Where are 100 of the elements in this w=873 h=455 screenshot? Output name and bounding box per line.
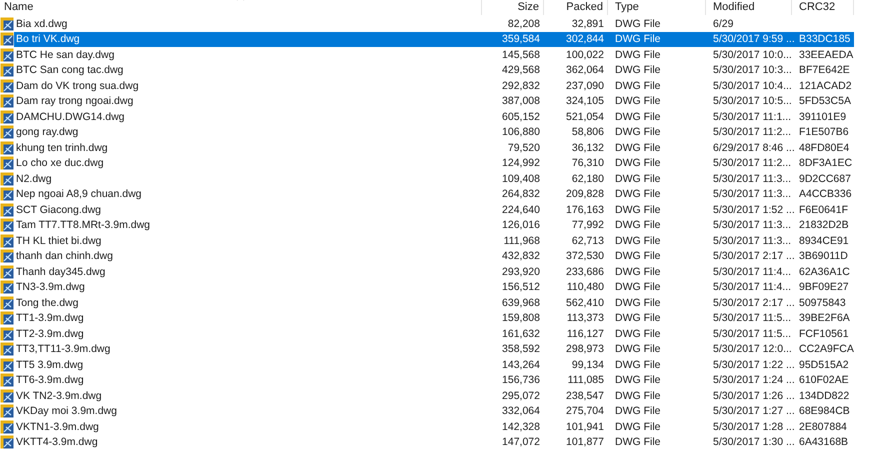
table-cell: 6/29/2017 8:46 ... [713,142,795,154]
table-cell: DWG File [615,204,660,216]
file-row[interactable]: BTC San cong tac.dwg 429,568 362,064 DWG File 5/30/2017 10:3... BF7E642E [14,62,854,78]
table-cell: 161,632 [502,328,540,340]
file-row[interactable]: Lo cho xe duc.dwg 124,992 76,310 DWG File 5/30/2017 11:2... 8DF3A1EC [14,156,854,171]
table-cell: DWG File [615,405,660,418]
file-row[interactable]: TT6-3.9m.dwg 156,736 111,085 DWG File 5/30/2017 1:24 ... 610F02AE [14,372,854,388]
table-cell: 143,264 [502,358,540,371]
table-cell: 36,132 [572,142,604,154]
file-name: N2.dwg [16,172,52,185]
column-header[interactable]: Size [482,0,544,15]
table-cell: DWG File [615,64,660,76]
file-row[interactable]: VKTN1-3.9m.dwg 142,328 101,941 DWG File 5/30/2017 1:28 ... 2E807884 [14,419,854,434]
drawing-file-icon [0,110,14,124]
file-row[interactable]: thanh dan chinh.dwg 432,832 372,530 DWG File 5/30/2017 2:17 ... 3B69011D [14,248,854,264]
file-row[interactable]: TT1-3.9m.dwg 159,808 113,373 DWG File 5/30/2017 11:5... 39BE2F6A [14,310,854,326]
table-cell: 109,408 [502,172,540,185]
table-cell: 295,072 [502,390,540,402]
file-row[interactable]: SCT Giacong.dwg 224,640 176,163 DWG File 5/30/2017 1:52 ... F6E0641F [14,202,854,218]
column-header[interactable]: Modified [706,0,792,15]
table-cell: 62,180 [572,172,604,185]
column-header[interactable]: CRC32 [792,0,854,15]
drawing-file-icon [0,234,14,248]
file-row[interactable]: Dam ray trong ngoai.dwg 387,008 324,105 DWG File 5/30/2017 10:5... 5FD53C5A [14,94,854,109]
table-cell: DWG File [615,219,660,232]
table-cell: 156,512 [502,281,540,294]
table-cell: 21832D2B [799,219,849,232]
file-row[interactable]: VK TN2-3.9m.dwg 295,072 238,547 DWG File 5/30/2017 1:26 ... 134DD822 [14,388,854,404]
table-cell: 101,877 [566,436,604,448]
table-cell: DWG File [615,436,660,448]
table-cell: 5/30/2017 11:5... [713,328,792,340]
table-cell: 62,713 [572,234,604,247]
table-cell: 106,880 [502,126,540,138]
file-row[interactable]: Tam TT7.TT8.MRt-3.9m.dwg 126,016 77,992 DWG File 5/30/2017 11:3... 21832D2B [14,218,854,233]
file-row[interactable]: TT5 3.9m.dwg 143,264 99,134 DWG File 5/30/2017 1:22 ... 95D515A2 [14,357,854,372]
file-row[interactable]: Bo tri VK.dwg 359,584 302,844 DWG File 5/30/2017 9:59 ... B33DC185 [14,32,854,47]
table-cell: CC2A9FCA [799,343,854,356]
drawing-file-icon [0,264,14,279]
table-cell: 362,064 [566,64,604,76]
table-cell: 610F02AE [799,374,849,386]
drawing-file-icon [0,373,14,388]
drawing-file-icon [0,296,14,310]
file-row[interactable]: TT2-3.9m.dwg 161,632 116,127 DWG File 5/30/2017 11:5... FCF10561 [14,326,854,342]
table-cell: DWG File [615,374,660,386]
file-name: Lo cho xe duc.dwg [16,157,104,170]
table-cell: 110,480 [566,281,604,294]
table-cell: 5/30/2017 11:3... [713,219,792,232]
file-name: khung ten trinh.dwg [16,142,108,154]
drawing-file-icon [0,202,14,217]
table-cell: 5/30/2017 1:27 ... [713,405,795,418]
drawing-file-icon [0,311,14,326]
table-cell: 3B69011D [799,250,848,262]
file-row[interactable]: Nep ngoai A8,9 chuan.dwg 264,832 209,828 DWG File 5/30/2017 11:3... A4CCB336 [14,186,854,202]
table-cell: 76,310 [572,157,604,170]
table-cell: DWG File [615,48,660,61]
table-cell: 5/30/2017 11:3... [713,172,792,185]
file-name: VKTN1-3.9m.dwg [16,420,99,433]
file-row[interactable]: Dam do VK trong sua.dwg 292,832 237,090 DWG File 5/30/2017 10:4... 121ACAD2 [14,78,854,94]
table-cell: 62A36A1C [799,266,850,278]
table-cell: 324,105 [566,95,604,108]
table-cell: 5/30/2017 10:3... [713,64,792,76]
table-cell: 224,640 [502,204,540,216]
table-cell: 50975843 [799,296,846,309]
table-cell: DWG File [615,420,660,433]
table-cell: 95D515A2 [799,358,849,371]
file-row[interactable]: Bia xd.dwg 82,208 32,891 DWG File 6/29 [14,16,854,32]
file-row[interactable]: gong ray.dwg 106,880 58,806 DWG File 5/30/2017 11:2... F1E507B6 [14,124,854,140]
file-row[interactable]: VKDay moi 3.9m.dwg 332,064 275,704 DWG File 5/30/2017 1:27 ... 68E984CB [14,404,854,419]
file-row[interactable]: N2.dwg 109,408 62,180 DWG File 5/30/2017 11:3... 9D2CC687 [14,171,854,186]
table-cell: DWG File [615,142,660,154]
file-row[interactable]: khung ten trinh.dwg 79,520 36,132 DWG File 6/29/2017 8:46 ... 48FD80E4 [14,140,854,156]
table-cell: DWG File [615,250,660,262]
table-cell: DWG File [615,234,660,247]
table-cell: 2E807884 [799,420,847,433]
table-cell: 639,968 [502,296,540,309]
table-cell: 5/30/2017 1:28 ... [713,420,795,433]
file-name: Tam TT7.TT8.MRt-3.9m.dwg [16,219,150,232]
table-cell: 77,992 [572,219,604,232]
file-row[interactable]: BTC He san day.dwg 145,568 100,022 DWG File 5/30/2017 10:0... 33EEAEDA [14,47,854,62]
table-cell: 5/30/2017 9:59 ... [713,33,795,46]
table-cell: 33EEAEDA [799,48,854,61]
file-row[interactable]: TH KL thiet bi.dwg 111,968 62,713 DWG File 5/30/2017 11:3... 8934CE91 [14,233,854,248]
file-row[interactable]: Thanh day345.dwg 293,920 233,686 DWG File 5/30/2017 11:4... 62A36A1C [14,264,854,280]
table-cell: 156,736 [502,374,540,386]
column-header[interactable]: Packed [544,0,608,15]
file-row[interactable]: TN3-3.9m.dwg 156,512 110,480 DWG File 5/30/2017 11:4... 9BF09E27 [14,280,854,295]
column-header[interactable]: Type [608,0,706,15]
drawing-file-icon [0,388,14,403]
file-name: VK TN2-3.9m.dwg [16,390,102,402]
file-row[interactable]: Tong the.dwg 639,968 562,410 DWG File 5/30/2017 2:17 ... 50975843 [14,295,854,310]
column-header[interactable]: Name [0,0,482,15]
table-cell: 9D2CC687 [799,172,851,185]
table-cell: 5/30/2017 1:52 ... [713,204,795,216]
file-row[interactable]: VKTT4-3.9m.dwg 147,072 101,877 DWG File 5/30/2017 1:30 ... 6A43168B [14,434,854,450]
file-name: Tong the.dwg [16,296,78,309]
table-cell: 142,328 [502,420,540,433]
file-row[interactable]: TT3,TT11-3.9m.dwg 358,592 298,973 DWG File 5/30/2017 12:0... CC2A9FCA [14,342,854,357]
file-row[interactable]: DAMCHU.DWG14.dwg 605,152 521,054 DWG File 5/30/2017 11:1... 391101E9 [14,109,854,124]
file-name: TT2-3.9m.dwg [16,328,84,340]
table-cell: DWG File [615,188,660,200]
